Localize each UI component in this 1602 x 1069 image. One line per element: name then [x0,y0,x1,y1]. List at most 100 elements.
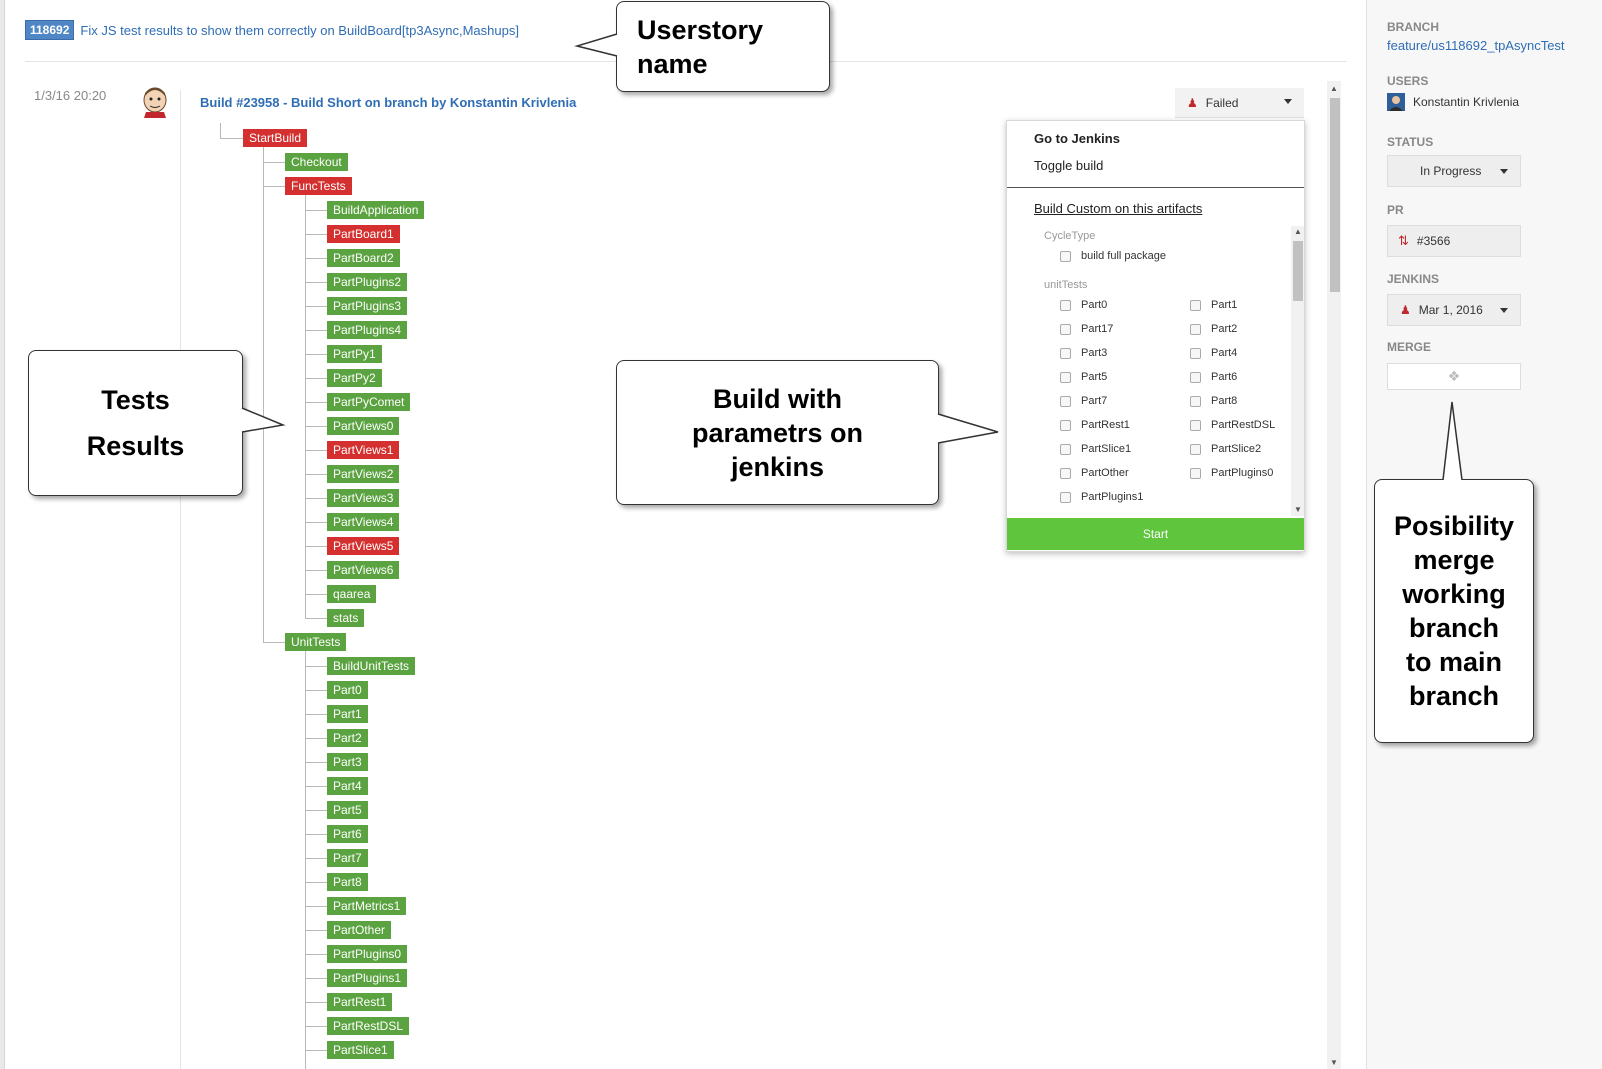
tree-node-partboard2[interactable]: PartBoard2 [327,249,400,267]
tree-node-buildapplication[interactable]: BuildApplication [327,201,425,219]
tree-node-partviews4[interactable]: PartViews4 [327,513,400,531]
tree-node-partpy1[interactable]: PartPy1 [327,345,382,363]
tree-node-partplugins0[interactable]: PartPlugins0 [327,945,408,963]
tree-node-partviews1[interactable]: PartViews1 [327,441,400,459]
param-checkbox-part4[interactable]: Part4 [1190,347,1237,359]
checkbox-label: Part3 [1081,347,1108,359]
checkbox-box[interactable] [1190,371,1201,383]
param-checkbox-partrestdsl[interactable]: PartRestDSL [1190,419,1275,431]
tree-node-part2[interactable]: Part2 [327,729,368,747]
tree-node-stats[interactable]: stats [327,609,365,627]
tree-node-partrestdsl[interactable]: PartRestDSL [327,1017,410,1035]
tree-node-part6[interactable]: Part6 [327,825,368,843]
userstory-title-link[interactable]: Fix JS test results to show them correct… [80,23,519,38]
tree-node-partpycomet[interactable]: PartPyComet [327,393,411,411]
param-checkbox-partslice1[interactable]: PartSlice1 [1060,443,1131,455]
scroll-up-icon[interactable]: ▲ [1330,84,1338,93]
user-entry[interactable]: Konstantin Krivlenia [1387,93,1519,111]
tree-node-unittests[interactable]: UnitTests [285,633,347,651]
tree-node-partplugins1[interactable]: PartPlugins1 [327,969,408,987]
callout-text: branch [1408,681,1500,711]
tree-node-partplugins3[interactable]: PartPlugins3 [327,297,408,315]
tree-node-partslice1[interactable]: PartSlice1 [327,1041,394,1059]
cycletype-group-label: CycleType [1044,230,1096,242]
checkbox-box[interactable] [1060,250,1071,262]
checkbox-box[interactable] [1190,395,1201,407]
branch-link[interactable]: feature/us118692_tpAsyncTest [1387,38,1565,53]
tree-node-qaarea[interactable]: qaarea [327,585,377,603]
tree-node-startbuild[interactable]: StartBuild [243,129,308,147]
tree-node-partviews2[interactable]: PartViews2 [327,465,400,483]
param-checkbox-part7[interactable]: Part7 [1060,395,1107,407]
tree-node-partviews6[interactable]: PartViews6 [327,561,400,579]
checkbox-box[interactable] [1060,467,1071,479]
checkbox-box[interactable] [1060,395,1071,407]
tree-node-buildunittests[interactable]: BuildUnitTests [327,657,416,675]
checkbox-box[interactable] [1190,467,1201,479]
tree-node-partviews3[interactable]: PartViews3 [327,489,400,507]
merge-button[interactable]: ❖ [1387,363,1521,390]
tree-node-part1[interactable]: Part1 [327,705,368,723]
toggle-build-item[interactable]: Toggle build [1034,158,1103,173]
build-status-dropdown[interactable]: ♟ Failed [1175,88,1304,118]
checkbox-box[interactable] [1060,491,1071,503]
jenkins-select[interactable]: ♟ Mar 1, 2016 [1387,294,1521,326]
checkbox-box[interactable] [1190,443,1201,455]
param-checkbox-part8[interactable]: Part8 [1190,395,1237,407]
tree-node-partviews5[interactable]: PartViews5 [327,537,400,555]
build-custom-link[interactable]: Build Custom on this artifacts [1034,201,1202,216]
param-checkbox-part1[interactable]: Part1 [1190,299,1237,311]
checkbox-box[interactable] [1060,443,1071,455]
tree-node-part0[interactable]: Part0 [327,681,368,699]
scroll-down-icon[interactable]: ▼ [1330,1058,1338,1067]
tree-node-part7[interactable]: Part7 [327,849,368,867]
tree-node-checkout[interactable]: Checkout [285,153,348,171]
tree-node-part8[interactable]: Part8 [327,873,368,891]
params-scroll-down-icon[interactable]: ▼ [1294,505,1302,514]
checkbox-box[interactable] [1060,323,1071,335]
checkbox-box[interactable] [1060,347,1071,359]
checkbox-box[interactable] [1060,371,1071,383]
param-checkbox-part5[interactable]: Part5 [1060,371,1107,383]
go-to-jenkins-item[interactable]: Go to Jenkins [1034,131,1120,146]
param-checkbox-partplugins0[interactable]: PartPlugins0 [1190,467,1273,479]
param-checkbox-partplugins1[interactable]: PartPlugins1 [1060,491,1143,503]
build-title-link[interactable]: Build #23958 - Build Short on branch by … [200,95,576,110]
tree-node-partboard1[interactable]: PartBoard1 [327,225,400,243]
tree-node-partpy2[interactable]: PartPy2 [327,369,382,387]
checkbox-box[interactable] [1190,323,1201,335]
tree-node-part3[interactable]: Part3 [327,753,368,771]
checkbox-box[interactable] [1060,299,1071,311]
pr-field[interactable]: ⇅ #3566 [1387,225,1521,257]
param-checkbox-part0[interactable]: Part0 [1060,299,1107,311]
checkbox-box[interactable] [1060,419,1071,431]
tree-node-partmetrics1[interactable]: PartMetrics1 [327,897,407,915]
build-full-package-checkbox[interactable]: build full package [1060,250,1166,262]
checkbox-label: PartRestDSL [1211,419,1276,431]
checkbox-box[interactable] [1190,299,1201,311]
params-scroll-up-icon[interactable]: ▲ [1294,227,1302,236]
tree-node-partplugins4[interactable]: PartPlugins4 [327,321,408,339]
timeline-line [180,90,181,1069]
checkbox-box[interactable] [1190,419,1201,431]
param-checkbox-part2[interactable]: Part2 [1190,323,1237,335]
tree-node-partviews0[interactable]: PartViews0 [327,417,400,435]
tree-node-partplugins2[interactable]: PartPlugins2 [327,273,408,291]
checkbox-box[interactable] [1190,347,1201,359]
param-checkbox-part3[interactable]: Part3 [1060,347,1107,359]
tree-node-part4[interactable]: Part4 [327,777,368,795]
tree-node-partother[interactable]: PartOther [327,921,392,939]
tree-node-part5[interactable]: Part5 [327,801,368,819]
start-button[interactable]: Start [1007,518,1304,550]
parameters-scrollbar-thumb[interactable] [1293,241,1303,301]
userstory-id-badge[interactable]: 118692 [25,20,75,40]
main-scrollbar-thumb[interactable] [1330,98,1340,292]
tree-node-functests[interactable]: FuncTests [285,177,352,195]
param-checkbox-partslice2[interactable]: PartSlice2 [1190,443,1261,455]
tree-node-partrest1[interactable]: PartRest1 [327,993,393,1011]
param-checkbox-partother[interactable]: PartOther [1060,467,1129,479]
param-checkbox-partrest1[interactable]: PartRest1 [1060,419,1130,431]
status-select[interactable]: In Progress [1387,155,1521,187]
param-checkbox-part6[interactable]: Part6 [1190,371,1237,383]
param-checkbox-part17[interactable]: Part17 [1060,323,1113,335]
